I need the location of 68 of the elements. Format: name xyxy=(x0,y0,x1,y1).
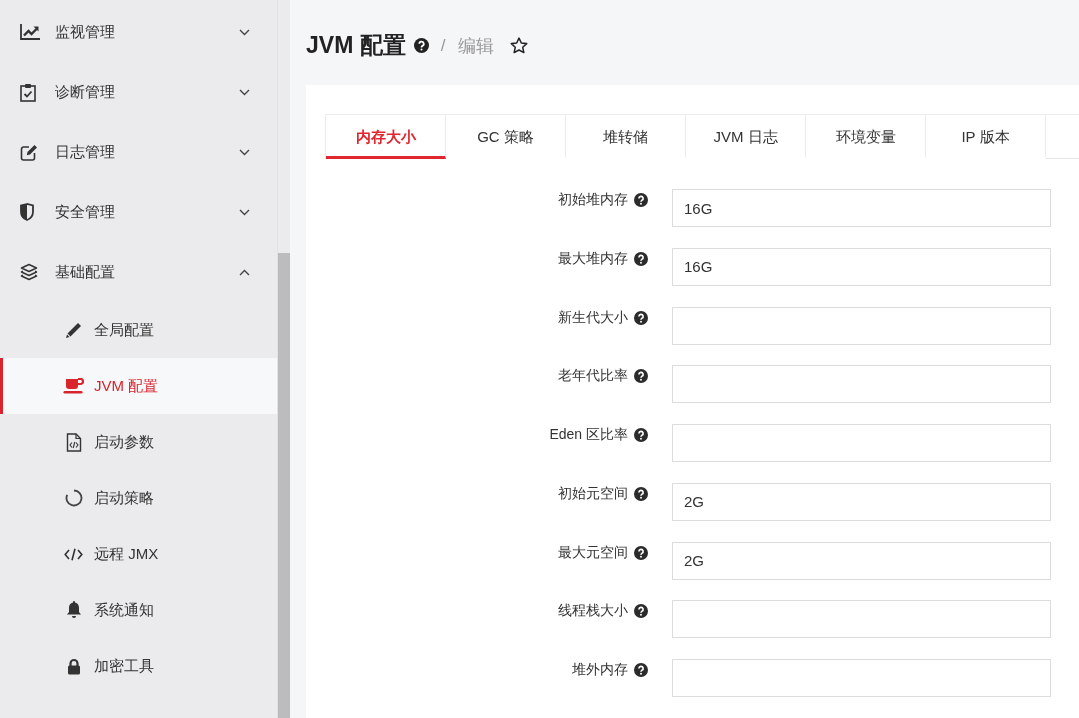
input-field[interactable] xyxy=(672,306,1051,345)
lock-icon xyxy=(66,657,81,675)
sidebar-submenu-item[interactable]: JVM 配置 xyxy=(0,358,277,414)
field-label: 初始堆内存 xyxy=(558,191,628,209)
line-chart-icon xyxy=(20,24,40,40)
code-file-icon xyxy=(65,432,82,452)
scrollbar-thumb[interactable] xyxy=(278,253,290,718)
sidebar-submenu-item[interactable]: 全局配置 xyxy=(0,302,277,358)
field-label: 老年代比率 xyxy=(558,367,628,386)
field-label: 最大元空间 xyxy=(558,543,628,562)
star-icon[interactable] xyxy=(510,37,529,54)
tab[interactable]: 堆转储 xyxy=(566,115,686,159)
input-field[interactable]: 16G xyxy=(672,189,1051,227)
sidebar-submenu-item[interactable]: 启动参数 xyxy=(0,414,277,470)
help-icon[interactable] xyxy=(634,486,648,501)
input-field[interactable] xyxy=(672,424,1051,462)
chevron-down-icon xyxy=(239,28,250,36)
help-icon xyxy=(413,38,429,53)
code-icon xyxy=(64,547,83,561)
layers-icon xyxy=(20,263,38,281)
input-field[interactable]: 2G xyxy=(672,482,1051,521)
input-field[interactable]: 2G xyxy=(672,541,1051,580)
help-icon[interactable] xyxy=(634,545,648,560)
sidebar-menu-item[interactable]: 安全管理 xyxy=(0,182,277,242)
tab[interactable]: JVM 日志 xyxy=(686,115,806,159)
field-label: 最大堆内存 xyxy=(558,249,628,268)
shield-icon xyxy=(20,203,34,221)
breadcrumb-item: 编辑 xyxy=(458,34,495,58)
field-label: 初始元空间 xyxy=(558,484,628,503)
help-icon[interactable] xyxy=(634,604,648,619)
chevron-down-icon xyxy=(239,88,250,96)
edit-icon xyxy=(20,143,38,161)
tab[interactable]: 环境变量 xyxy=(806,115,926,159)
clipboard-check-icon xyxy=(20,82,36,102)
sidebar-submenu-item[interactable]: 远程 JMX xyxy=(0,526,277,582)
chevron-down-icon xyxy=(239,208,250,216)
input-field[interactable] xyxy=(672,365,1051,404)
input-field[interactable]: 16G xyxy=(672,247,1051,286)
tab[interactable]: GC 策略 xyxy=(446,115,566,159)
help-icon[interactable] xyxy=(634,193,648,207)
tab[interactable]: IP 版本 xyxy=(926,115,1046,159)
help-icon[interactable] xyxy=(634,369,648,384)
help-icon[interactable] xyxy=(634,251,648,266)
tab[interactable]: 内存大小 xyxy=(326,115,446,159)
sidebar-menu-item[interactable]: 基础配置 xyxy=(0,242,277,302)
bell-icon xyxy=(65,601,82,619)
spinner-icon xyxy=(64,489,83,507)
input-field[interactable] xyxy=(672,600,1051,639)
sidebar-submenu-item[interactable]: 启动策略 xyxy=(0,470,277,526)
sidebar-menu-item[interactable]: 日志管理 xyxy=(0,122,277,182)
field-label: 堆外内存 xyxy=(572,661,628,679)
pencil-icon xyxy=(65,321,82,339)
field-label: Eden 区比率 xyxy=(549,426,628,444)
help-icon[interactable] xyxy=(634,310,648,325)
field-label: 线程栈大小 xyxy=(558,602,628,621)
help-icon[interactable] xyxy=(634,663,648,677)
sidebar-submenu-item[interactable]: 加密工具 xyxy=(0,638,277,694)
input-field[interactable] xyxy=(672,659,1051,697)
sidebar-submenu-item[interactable]: 系统通知 xyxy=(0,582,277,638)
sidebar-menu-item[interactable]: 诊断管理 xyxy=(0,62,277,122)
coffee-cup-icon xyxy=(63,378,84,394)
field-label: 新生代大小 xyxy=(558,308,628,327)
chevron-up-icon xyxy=(239,268,250,276)
breadcrumb-separator: / xyxy=(440,35,446,56)
help-icon[interactable] xyxy=(634,428,648,442)
sidebar-menu-item[interactable]: 监视管理 xyxy=(0,2,277,62)
chevron-down-icon xyxy=(239,148,250,156)
page-title: JVM 配置 xyxy=(306,31,406,60)
